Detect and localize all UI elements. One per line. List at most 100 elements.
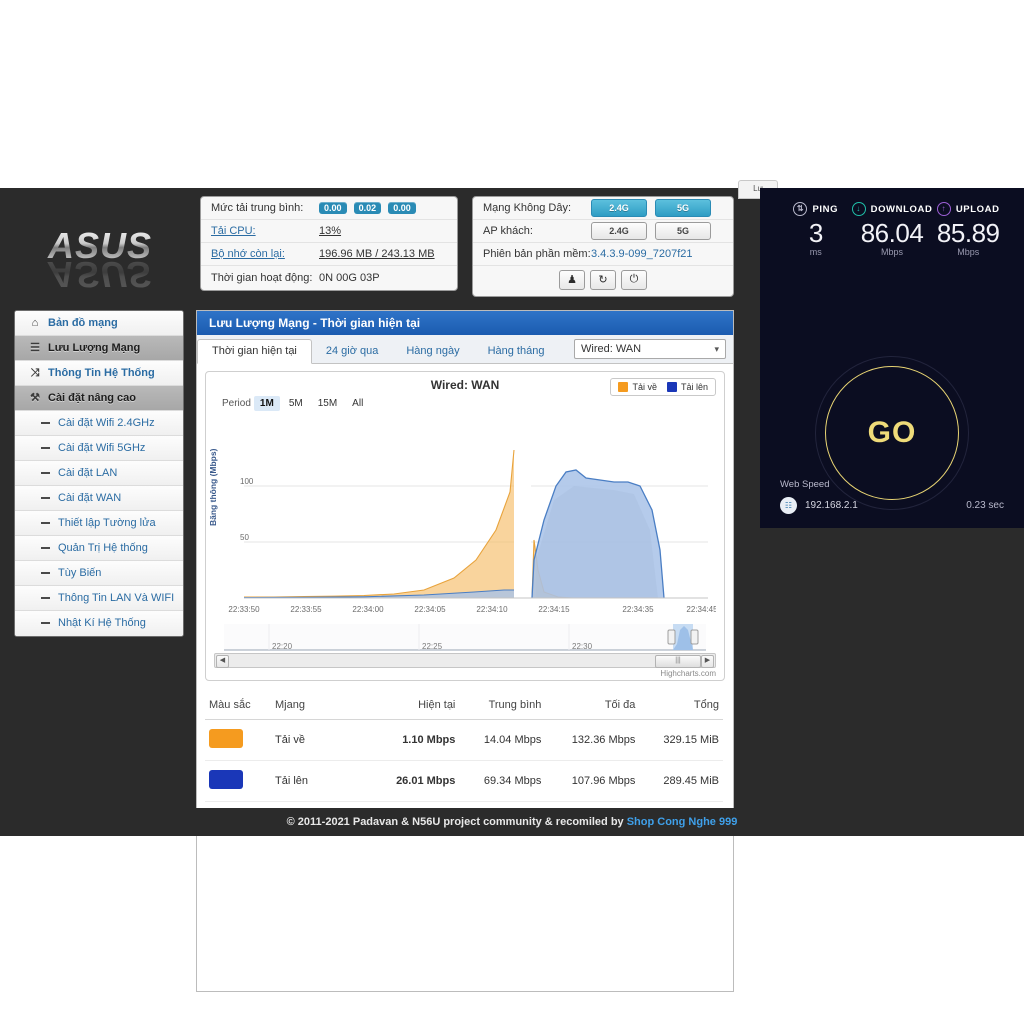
load-average-row: Mức tải trung bình: 0.00 0.02 0.00: [201, 197, 457, 220]
tab-monthly[interactable]: Hàng tháng: [474, 340, 559, 363]
legend-item-upload[interactable]: Tải lên: [667, 382, 708, 392]
chevron-down-icon: ▾: [714, 344, 719, 355]
svg-text:22:34:10: 22:34:10: [476, 605, 508, 614]
ping-icon: ⇅: [793, 202, 807, 216]
bullet-dash-icon: [41, 572, 50, 574]
sidebar-item-11[interactable]: Thông Tin LAN Và WIFI: [15, 586, 183, 611]
panel-title: Lưu Lượng Mạng - Thời gian hiện tại: [197, 311, 733, 335]
chart-credit[interactable]: Highcharts.com: [660, 669, 716, 678]
header-color: Màu sắc: [205, 691, 271, 720]
load-average-label: Mức tải trung bình:: [211, 202, 319, 214]
load-pill-2: 0.02: [354, 202, 382, 214]
ping-value: 3: [780, 218, 852, 249]
row-name: Tải lên: [271, 761, 371, 802]
chart-horizontal-scrollbar[interactable]: ◀ ||| ▶: [214, 653, 716, 668]
load-average-values: 0.00 0.02 0.00: [319, 202, 420, 214]
legend-label-download: Tải về: [632, 382, 657, 392]
home-icon: ⌂: [27, 311, 43, 336]
legend-swatch-upload: [667, 382, 677, 392]
memory-label[interactable]: Bộ nhớ còn lại:: [211, 248, 319, 260]
ping-unit: ms: [780, 247, 852, 257]
sidebar-item-12[interactable]: Nhật Kí Hệ Thống: [15, 611, 183, 636]
asus-logo: ASUS ASUS: [20, 214, 190, 294]
row-name: Tải về: [271, 720, 371, 761]
svg-text:22:34:35: 22:34:35: [622, 605, 654, 614]
sidebar-item-0[interactable]: ⌂ Bản đồ mạng: [15, 311, 183, 336]
sidebar-item-label: Cài đặt Wifi 2.4GHz: [58, 417, 155, 429]
tab-realtime[interactable]: Thời gian hiện tại: [197, 339, 312, 364]
legend-item-download[interactable]: Tải về: [618, 382, 657, 392]
speedtest-footer: Web Speed ☷ 192.168.2.1 0.23 sec: [760, 479, 1024, 528]
period-15m[interactable]: 15M: [312, 396, 343, 411]
refresh-icon[interactable]: ↻: [590, 270, 616, 290]
wireless-24g-toggle[interactable]: 2.4G: [591, 199, 647, 217]
cpu-load-row: Tải CPU: 13%: [201, 220, 457, 243]
left-column: ASUS ASUS ⌂ Bản đồ mạng ☰Lưu Lượng Mạng⤨Th…: [0, 188, 196, 836]
upload-value: 85.89: [932, 218, 1004, 249]
sidebar-item-6[interactable]: Cài đặt LAN: [15, 461, 183, 486]
guest-5g-toggle[interactable]: 5G: [655, 222, 711, 240]
traffic-icon: ☰: [27, 336, 43, 361]
scroll-thumb[interactable]: |||: [655, 655, 701, 668]
header-network: Mjang: [271, 691, 371, 720]
sidebar-item-1[interactable]: ☰Lưu Lượng Mạng: [15, 336, 183, 361]
table-header-row: Màu sắc Mjang Hiện tại Trung bình Tối đa…: [205, 691, 723, 720]
svg-text:22:25: 22:25: [422, 642, 443, 651]
panel-tabs[interactable]: Thời gian hiện tại 24 giờ qua Hàng ngày …: [197, 335, 733, 364]
user-icon[interactable]: ♟: [559, 270, 585, 290]
provider-row: ☷ 192.168.2.1 0.23 sec: [780, 497, 1004, 514]
row-total: 329.15 MiB: [639, 720, 723, 761]
period-1m[interactable]: 1M: [254, 396, 280, 411]
row-color-swatch: [205, 720, 271, 761]
footer-text: © 2011-2021 Padavan & N56U project commu…: [287, 816, 627, 828]
power-icon[interactable]: ⏻: [621, 270, 647, 290]
sidebar-item-9[interactable]: Quản Trị Hệ thống: [15, 536, 183, 561]
sidebar-item-3[interactable]: ⚒Cài đặt nâng cao: [15, 386, 183, 411]
header-current: Hiện tại: [371, 691, 459, 720]
upload-caption: ↑ UPLOAD: [932, 202, 1004, 216]
footer-link[interactable]: Shop Cong Nghe 999: [627, 816, 738, 828]
sidebar-item-label: Quản Trị Hệ thống: [58, 542, 148, 554]
download-caption: ↓ DOWNLOAD: [852, 202, 933, 216]
period-5m[interactable]: 5M: [283, 396, 309, 411]
traffic-chart-plot[interactable]: 100 50: [214, 420, 716, 628]
interface-select[interactable]: Wired: WAN ▾: [574, 339, 726, 359]
load-pill-3: 0.00: [388, 202, 416, 214]
upload-arrow-icon: ↑: [937, 202, 951, 216]
scroll-right-icon[interactable]: ▶: [701, 655, 714, 668]
sidebar-item-label: Cài đặt nâng cao: [48, 392, 136, 404]
svg-text:22:34:00: 22:34:00: [352, 605, 384, 614]
period-label: Period: [222, 398, 251, 409]
sidebar-item-2[interactable]: ⤨Thông Tin Hệ Thống: [15, 361, 183, 386]
period-selector[interactable]: Period 1M 5M 15M All: [222, 396, 369, 411]
sidebar-item-8[interactable]: Thiết lập Tường lửa: [15, 511, 183, 536]
sidebar-item-label: Bản đồ mạng: [48, 317, 118, 329]
cpu-load-label[interactable]: Tải CPU:: [211, 225, 319, 237]
sidebar-item-10[interactable]: Tùy Biến: [15, 561, 183, 586]
router-admin-page: Lư ASUS ASUS ⌂Bản đồ mạng☰Lưu Lượng Mạng…: [0, 188, 1024, 836]
sidebar-item-7[interactable]: Cài đặt WAN: [15, 486, 183, 511]
tab-last24h[interactable]: 24 giờ qua: [312, 340, 392, 363]
scroll-left-icon[interactable]: ◀: [216, 655, 229, 668]
guest-24g-toggle[interactable]: 2.4G: [591, 222, 647, 240]
chart-legend[interactable]: Tải về Tải lên: [610, 378, 716, 396]
download-label: DOWNLOAD: [871, 204, 933, 215]
row-max: 132.36 Mbps: [545, 720, 639, 761]
memory-value: 196.96 MB / 243.13 MB: [319, 248, 435, 260]
sidebar-menu[interactable]: ⌂ Bản đồ mạng ☰Lưu Lượng Mạng⤨Thông Tin Hệ…: [14, 310, 184, 637]
header-max: Tối đa: [545, 691, 639, 720]
bullet-dash-icon: [41, 497, 50, 499]
sidebar-item-5[interactable]: Cài đặt Wifi 5GHz: [15, 436, 183, 461]
wireless-5g-toggle[interactable]: 5G: [655, 199, 711, 217]
tab-daily[interactable]: Hàng ngày: [392, 340, 473, 363]
bullet-dash-icon: [41, 547, 50, 549]
sidebar-item-4[interactable]: Cài đặt Wifi 2.4GHz: [15, 411, 183, 436]
wireless-label: Mạng Không Dây:: [483, 202, 591, 214]
guest-toggles: 2.4G 5G: [591, 222, 716, 240]
period-all[interactable]: All: [346, 396, 369, 411]
firmware-value[interactable]: 3.4.3.9-099_7207f21: [591, 248, 693, 260]
row-average: 14.04 Mbps: [459, 720, 545, 761]
svg-text:22:34:45: 22:34:45: [686, 605, 716, 614]
table-row: Tải về 1.10 Mbps 14.04 Mbps 132.36 Mbps …: [205, 720, 723, 761]
svg-text:100: 100: [240, 477, 254, 486]
